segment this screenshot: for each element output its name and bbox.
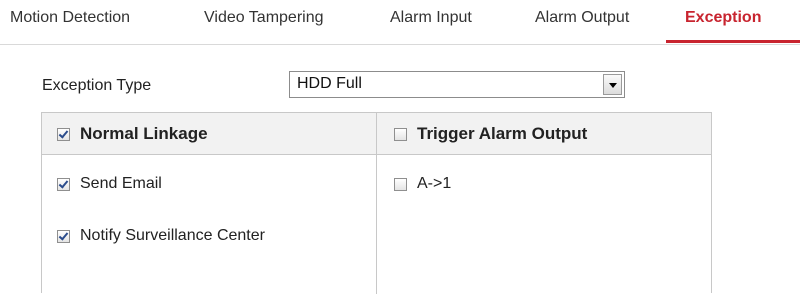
trigger-alarm-output-label: Trigger Alarm Output <box>417 124 588 143</box>
tab-alarm-output[interactable]: Alarm Output <box>535 9 629 27</box>
alarm-output-a1-option[interactable]: A->1 <box>394 175 451 193</box>
send-email-option[interactable]: Send Email <box>57 175 162 193</box>
send-email-checkbox[interactable] <box>57 177 70 191</box>
active-tab-underline <box>666 40 800 43</box>
normal-linkage-checkbox[interactable] <box>57 127 70 141</box>
trigger-alarm-output-checkbox[interactable] <box>394 127 407 141</box>
notify-surveillance-center-checkbox[interactable] <box>57 229 70 243</box>
tab-bar: Motion Detection Video Tampering Alarm I… <box>0 0 800 45</box>
exception-type-select[interactable]: HDD Full <box>289 71 625 98</box>
normal-linkage-toggle[interactable]: Normal Linkage <box>57 124 208 143</box>
notify-surveillance-center-option[interactable]: Notify Surveillance Center <box>57 227 265 245</box>
alarm-output-a1-checkbox[interactable] <box>394 177 407 191</box>
chevron-down-icon[interactable] <box>603 74 622 95</box>
tab-video-tampering[interactable]: Video Tampering <box>204 9 324 27</box>
linkage-table: Normal Linkage Trigger Alarm Output Send… <box>41 112 712 294</box>
tab-exception[interactable]: Exception <box>685 9 761 27</box>
send-email-label: Send Email <box>80 175 162 192</box>
exception-type-value: HDD Full <box>297 75 362 92</box>
tab-motion-detection[interactable]: Motion Detection <box>10 9 130 27</box>
tab-alarm-input[interactable]: Alarm Input <box>390 9 472 27</box>
exception-type-label: Exception Type <box>42 77 152 94</box>
alarm-output-a1-label: A->1 <box>417 175 452 192</box>
notify-surveillance-center-label: Notify Surveillance Center <box>80 227 265 244</box>
column-divider <box>376 113 377 294</box>
trigger-alarm-output-toggle[interactable]: Trigger Alarm Output <box>394 124 588 143</box>
normal-linkage-label: Normal Linkage <box>80 124 208 143</box>
